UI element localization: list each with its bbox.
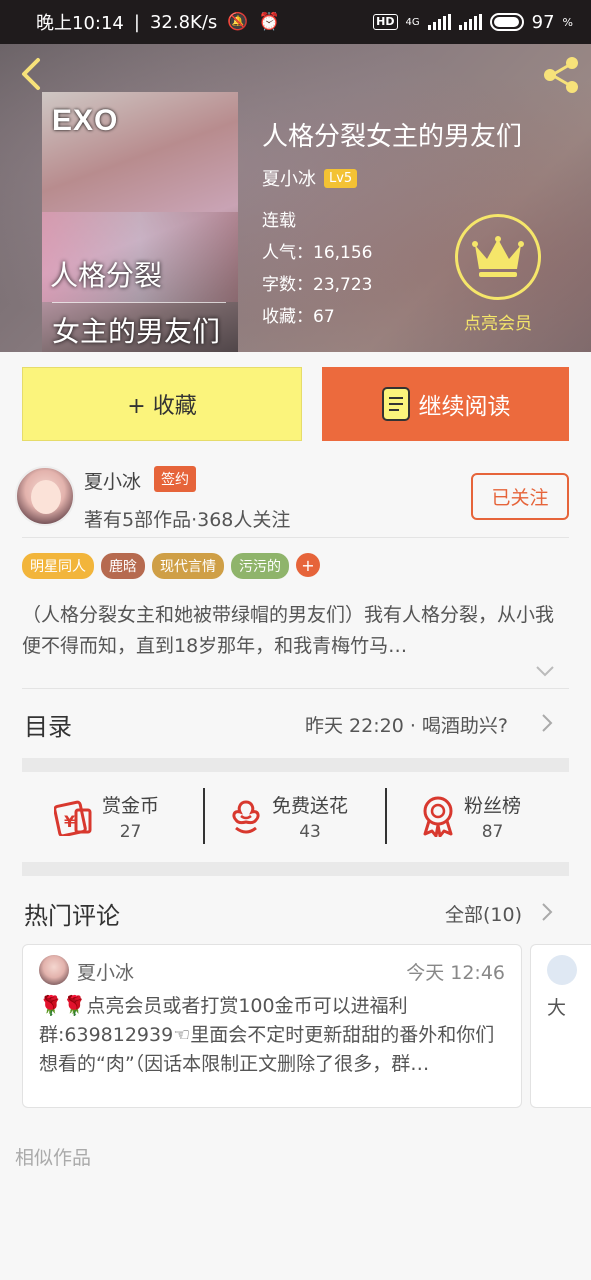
author-stats: 著有5部作品·368人关注 [84, 509, 291, 531]
follow-button[interactable]: 已关注 [471, 473, 569, 520]
medal-icon [423, 796, 453, 837]
chevron-down-icon[interactable] [535, 664, 555, 678]
author-avatar[interactable] [15, 466, 75, 526]
hd-icon: HD [373, 14, 398, 30]
book-word-count: 字数：23,723 [262, 275, 373, 295]
stat-label: 免费送花 [272, 794, 349, 817]
catalog-title[interactable]: 目录 [24, 707, 72, 742]
alarm-icon: ⏰ [258, 12, 280, 32]
commenter-avatar[interactable] [547, 955, 577, 985]
book-status: 连载 [262, 211, 296, 231]
divider [22, 537, 569, 538]
book-author-row[interactable]: 夏小冰 Lv5 [262, 165, 358, 191]
book-header: EXO 人格分裂 女主的男友们 人格分裂女主的男友们 夏小冰 Lv5 连载 人气… [0, 44, 591, 352]
battery-level: 97 [531, 11, 555, 33]
network-type: 4G [405, 16, 420, 28]
mute-icon: 🔕 [227, 12, 249, 32]
chevron-right-icon[interactable] [540, 712, 554, 734]
book-popularity: 人气：16,156 [262, 243, 373, 263]
book-icon [381, 387, 410, 421]
cover-title-line2: 女主的男友们 [52, 315, 221, 348]
commenter-name[interactable]: 夏小冰 [77, 958, 134, 985]
continue-reading-button[interactable]: 继续阅读 [322, 367, 569, 441]
more-tags-button[interactable]: + [296, 553, 320, 577]
book-title: 人格分裂女主的男友们 [262, 122, 523, 152]
book-favorites: 收藏：67 [262, 307, 335, 327]
book-cover: EXO 人格分裂 女主的男友们 [42, 92, 238, 352]
comment-time: 今天 12:46 [406, 962, 505, 984]
section-separator [22, 758, 569, 772]
comment-card[interactable]: 夏小冰 今天 12:46 🌹🌹点亮会员或者打赏100金币可以进福利群:63981… [22, 944, 522, 1108]
signal-icon [427, 14, 451, 30]
flower-icon [232, 800, 260, 834]
level-badge: Lv5 [324, 168, 358, 188]
share-icon[interactable] [540, 54, 582, 96]
reward-coins-button[interactable]: ¥ 赏金币 27 [54, 790, 159, 842]
stat-label: 粉丝榜 [464, 794, 522, 817]
tag-item[interactable]: 明星同人 [22, 553, 94, 579]
synopsis-text[interactable]: （人格分裂女主和她被带绿帽的男友们）我有人格分裂，从小我便不得而知，直到18岁那… [22, 600, 570, 662]
cover-exo-text: EXO [52, 104, 119, 137]
status-speed: 32.8K/s [149, 11, 218, 33]
section-separator [22, 862, 569, 876]
tag-item[interactable]: 污污的 [231, 553, 289, 579]
hot-comments-title: 热门评论 [24, 902, 120, 930]
stat-value: 27 [119, 821, 142, 842]
red-envelope-icon: ¥ [54, 800, 92, 836]
svg-text:¥: ¥ [64, 812, 75, 831]
collect-button[interactable]: + 收藏 [22, 367, 302, 441]
book-author-name[interactable]: 夏小冰 [262, 165, 316, 191]
similar-works-title: 相似作品 [15, 1147, 92, 1169]
comment-card-next[interactable]: 大 [530, 944, 591, 1108]
stat-label: 赏金币 [102, 794, 160, 817]
vip-crown-button[interactable] [455, 214, 541, 300]
divider [22, 688, 569, 689]
stat-value: 43 [299, 821, 321, 842]
cover-title-line1: 人格分裂 [50, 259, 163, 292]
author-name[interactable]: 夏小冰 [84, 467, 141, 494]
latest-chapter[interactable]: 昨天 22:20 · 喝酒助兴? [305, 711, 508, 738]
comment-text-preview: 大 [547, 997, 567, 1019]
continue-reading-label: 继续阅读 [418, 394, 511, 420]
fan-ranking-button[interactable]: 粉丝榜 87 [420, 790, 521, 842]
commenter-avatar[interactable] [39, 955, 69, 985]
free-flower-button[interactable]: 免费送花 43 [228, 790, 348, 842]
chevron-right-icon[interactable] [540, 901, 554, 923]
signal-icon-2 [458, 14, 482, 30]
vip-label[interactable]: 点亮会员 [458, 309, 538, 334]
tag-list: 明星同人 鹿晗 现代言情 污污的 + [22, 553, 320, 579]
tag-item[interactable]: 现代言情 [152, 553, 224, 579]
signed-badge: 签约 [154, 466, 196, 492]
all-comments-link[interactable]: 全部(10) [445, 900, 522, 927]
battery-icon [489, 13, 524, 31]
stat-value: 87 [481, 821, 504, 842]
tag-item[interactable]: 鹿晗 [101, 553, 145, 579]
status-time: 晚上10:14 [36, 13, 124, 34]
status-bar: 晚上10:14 | 32.8K/s 🔕 ⏰ HD 4G 97% [0, 0, 591, 44]
crown-icon [472, 236, 524, 277]
comment-text: 🌹🌹点亮会员或者打赏100金币可以进福利群:639812939☜里面会不定时更新… [39, 995, 495, 1075]
back-arrow-icon[interactable] [14, 54, 46, 94]
